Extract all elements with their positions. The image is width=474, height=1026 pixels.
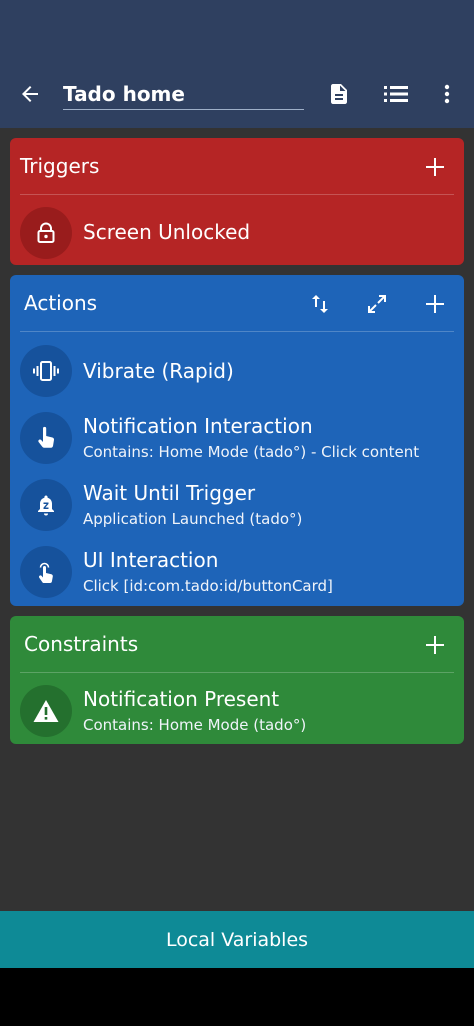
document-icon bbox=[331, 84, 347, 104]
actions-header: Actions bbox=[10, 275, 464, 332]
action-item-subtitle: Application Launched (tado°) bbox=[83, 510, 303, 528]
action-item-title: Vibrate (Rapid) bbox=[83, 359, 234, 383]
action-icon-circle bbox=[20, 412, 72, 464]
add-constraint-button[interactable] bbox=[415, 625, 455, 665]
status-bar bbox=[0, 0, 474, 60]
bell-z-icon bbox=[38, 495, 54, 516]
reorder-actions-button[interactable] bbox=[300, 284, 340, 324]
divider bbox=[20, 331, 454, 332]
constraints-header: Constraints bbox=[10, 616, 464, 673]
back-button[interactable] bbox=[12, 74, 48, 114]
expand-icon bbox=[368, 295, 386, 313]
plus-icon bbox=[426, 295, 444, 313]
plus-icon bbox=[426, 158, 444, 176]
triggers-title: Triggers bbox=[20, 154, 100, 178]
system-navigation-bar bbox=[0, 968, 474, 1026]
action-icon-circle bbox=[20, 479, 72, 531]
action-item[interactable]: Wait Until Trigger Application Launched … bbox=[10, 475, 464, 537]
lock-icon bbox=[37, 222, 55, 243]
constraint-item-title: Notification Present bbox=[83, 687, 280, 711]
more-options-button[interactable] bbox=[427, 74, 467, 114]
more-vertical-icon bbox=[444, 84, 450, 104]
action-item-title: Notification Interaction bbox=[83, 414, 313, 438]
list-view-button[interactable] bbox=[376, 74, 416, 114]
actions-title: Actions bbox=[24, 291, 98, 315]
triggers-header: Triggers bbox=[10, 138, 464, 195]
tap-icon bbox=[38, 562, 53, 583]
expand-actions-button[interactable] bbox=[357, 284, 397, 324]
list-icon bbox=[384, 86, 408, 102]
constraint-icon-circle bbox=[20, 685, 72, 737]
trigger-item[interactable]: Screen Unlocked bbox=[10, 203, 464, 265]
local-variables-label: Local Variables bbox=[165, 928, 309, 951]
back-arrow-icon bbox=[22, 86, 38, 102]
constraints-card: Constraints Notification Present Contain… bbox=[10, 616, 464, 744]
add-action-button[interactable] bbox=[415, 284, 455, 324]
warning-icon bbox=[33, 700, 59, 722]
touch-icon bbox=[38, 426, 55, 448]
action-item[interactable]: UI Interaction Click [id:com.tado:id/but… bbox=[10, 542, 464, 604]
add-trigger-button[interactable] bbox=[415, 147, 455, 187]
action-item-title: UI Interaction bbox=[83, 548, 219, 572]
app-bar bbox=[0, 60, 474, 128]
constraint-item[interactable]: Notification Present Contains: Home Mode… bbox=[10, 681, 464, 743]
action-item[interactable]: Notification Interaction Contains: Home … bbox=[10, 408, 464, 470]
divider bbox=[20, 672, 454, 673]
action-icon-circle bbox=[20, 546, 72, 598]
plus-icon bbox=[426, 636, 444, 654]
description-button[interactable] bbox=[319, 74, 359, 114]
actions-card: Actions Vibrate (Rapid) Notification Int… bbox=[10, 275, 464, 606]
constraint-item-subtitle: Contains: Home Mode (tado°) bbox=[83, 716, 307, 734]
action-icon-circle bbox=[20, 345, 72, 397]
constraints-title: Constraints bbox=[24, 632, 139, 656]
action-item-subtitle: Contains: Home Mode (tado°) - Click cont… bbox=[83, 443, 420, 461]
local-variables-button[interactable]: Local Variables bbox=[0, 911, 474, 968]
trigger-item-title: Screen Unlocked bbox=[83, 220, 251, 244]
vibrate-icon bbox=[33, 361, 59, 381]
swap-vertical-icon bbox=[312, 295, 328, 313]
action-item-title: Wait Until Trigger bbox=[83, 481, 256, 505]
macro-name-input[interactable] bbox=[63, 78, 304, 110]
triggers-card: Triggers Screen Unlocked bbox=[10, 138, 464, 265]
action-item[interactable]: Vibrate (Rapid) bbox=[10, 341, 464, 403]
action-item-subtitle: Click [id:com.tado:id/buttonCard] bbox=[83, 577, 333, 595]
trigger-icon-circle bbox=[20, 207, 72, 259]
divider bbox=[20, 194, 454, 195]
